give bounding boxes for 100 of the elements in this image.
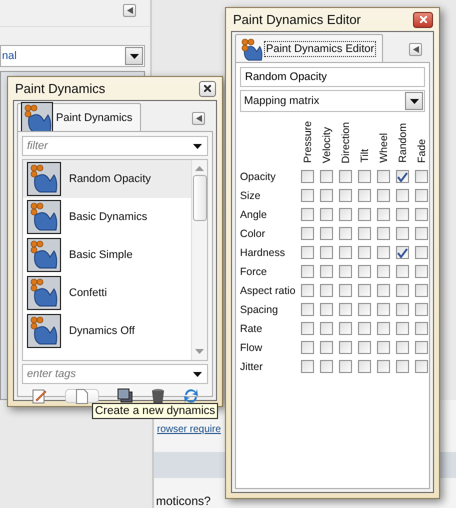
checkbox[interactable] [301,227,314,240]
checkbox[interactable] [320,170,333,183]
checkbox[interactable] [396,322,409,335]
list-item[interactable]: Confetti [23,274,191,312]
checkbox[interactable] [320,189,333,202]
close-button[interactable] [199,80,216,96]
delete-button[interactable] [151,388,165,404]
checkbox[interactable] [358,246,371,259]
checkbox[interactable] [358,360,371,373]
checkbox[interactable] [301,322,314,335]
checkbox[interactable] [377,227,390,240]
checkbox[interactable] [396,341,409,354]
checkbox[interactable] [358,265,371,278]
checkbox[interactable] [377,170,390,183]
checkbox[interactable] [358,303,371,316]
checkbox[interactable] [301,189,314,202]
checkbox[interactable] [358,227,371,240]
checkbox[interactable] [415,341,428,354]
filter-field[interactable]: filter [22,136,208,156]
checkbox[interactable] [301,246,314,259]
tab[interactable]: Paint Dynamics Editor [235,34,384,62]
checkbox[interactable] [396,360,409,373]
checkbox[interactable] [301,360,314,373]
checkbox[interactable] [358,322,371,335]
checkbox[interactable] [396,303,409,316]
scrollbar[interactable] [191,160,207,360]
checkbox[interactable] [396,227,409,240]
checkbox[interactable] [415,208,428,221]
checkbox[interactable] [339,341,352,354]
checkbox[interactable] [301,341,314,354]
dropdown[interactable]: nal [0,45,145,67]
checkbox[interactable] [301,170,314,183]
checkbox[interactable] [320,322,333,335]
checkbox[interactable] [339,284,352,297]
checkbox[interactable] [339,246,352,259]
close-button[interactable] [413,12,433,28]
checkbox[interactable] [415,265,428,278]
scrollbar-thumb[interactable] [192,175,206,221]
checkbox[interactable] [320,303,333,316]
checkbox[interactable] [320,284,333,297]
checkbox[interactable] [339,227,352,240]
edit-button[interactable] [31,388,47,404]
checkbox[interactable] [358,208,371,221]
checkbox[interactable] [377,284,390,297]
checkbox[interactable] [377,208,390,221]
checkbox[interactable] [396,170,409,183]
checkbox[interactable] [339,322,352,335]
checkbox[interactable] [415,284,428,297]
tab[interactable]: Paint Dynamics [17,103,142,131]
checkbox[interactable] [396,265,409,278]
checkbox[interactable] [377,303,390,316]
list-item[interactable]: Random Opacity [23,160,191,198]
checkbox[interactable] [358,189,371,202]
list-item[interactable]: Basic Dynamics [23,198,191,236]
list-item[interactable]: Basic Simple [23,236,191,274]
checkbox[interactable] [377,322,390,335]
collapse-button[interactable] [123,4,136,16]
checkbox[interactable] [358,284,371,297]
checkbox[interactable] [415,189,428,202]
checkbox[interactable] [396,208,409,221]
checkbox[interactable] [320,208,333,221]
checkbox[interactable] [396,246,409,259]
checkbox[interactable] [377,189,390,202]
list-item[interactable]: Dynamics Off [23,312,191,350]
checkbox[interactable] [320,341,333,354]
checkbox[interactable] [415,227,428,240]
checkbox[interactable] [339,189,352,202]
checkbox[interactable] [415,170,428,183]
checkbox[interactable] [415,322,428,335]
checkbox[interactable] [339,208,352,221]
checkbox[interactable] [339,265,352,278]
checkbox[interactable] [320,246,333,259]
tags-field[interactable]: enter tags [22,364,208,384]
checkbox[interactable] [377,246,390,259]
checkbox[interactable] [377,360,390,373]
checkbox[interactable] [320,360,333,373]
checkbox[interactable] [339,170,352,183]
checkbox[interactable] [301,284,314,297]
checkbox[interactable] [339,360,352,373]
checkbox[interactable] [377,265,390,278]
checkbox[interactable] [415,246,428,259]
checkbox[interactable] [339,303,352,316]
duplicate-button[interactable] [117,388,133,404]
link[interactable]: rowser require [157,424,221,435]
checkbox[interactable] [301,265,314,278]
checkbox[interactable] [396,189,409,202]
checkbox[interactable] [358,170,371,183]
collapse-button[interactable] [192,112,205,125]
dropdown-button[interactable] [125,47,143,65]
checkbox[interactable] [320,265,333,278]
refresh-button[interactable] [183,388,199,404]
checkbox[interactable] [415,360,428,373]
new-button[interactable] [65,389,99,403]
checkbox[interactable] [301,303,314,316]
checkbox[interactable] [358,341,371,354]
dropdown-button[interactable] [405,92,423,110]
mode-dropdown[interactable]: Mapping matrix [240,90,425,112]
name-field[interactable]: Random Opacity [240,67,425,87]
checkbox[interactable] [301,208,314,221]
checkbox[interactable] [320,227,333,240]
